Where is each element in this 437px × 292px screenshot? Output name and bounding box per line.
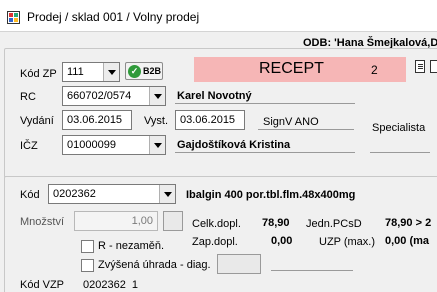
b2b-button[interactable]: ✓ B2B [125,62,163,80]
zvysena-uhrada-checkbox[interactable] [81,259,94,272]
diag-underline [271,270,353,271]
chevron-down-icon[interactable] [103,63,119,81]
diag-field[interactable] [217,254,261,274]
kod-vzp-value: 0202362 1 [83,279,139,291]
rc-value: 660702/0574 [67,90,132,102]
kod-zp-select[interactable]: 111 [62,62,120,82]
r-nezamen-checkbox[interactable] [81,240,94,253]
vydani-field[interactable]: 03.06.2015 [62,110,132,130]
kod-value: 0202362 [53,188,96,200]
uzp-label: UZP (max.) [319,236,376,248]
rc-label: RC [20,91,36,103]
recept-number: 2 [371,63,378,77]
zap-dopl-label: Zap.dopl. [192,236,238,248]
patient-name: Karel Novotný [177,90,252,102]
mnozstvi-field[interactable]: 1,00 [74,211,158,231]
uzp-value: 0,00 (ma [385,235,430,247]
chevron-down-icon[interactable] [149,87,165,105]
app-icon [7,11,20,24]
signv-label: SignV ANO [263,116,319,128]
vyst-label: Vyst. [144,115,169,127]
kod-zp-value: 111 [67,66,84,78]
mnozstvi-label: Množství [20,216,65,228]
celk-dopl-value: 78,90 [262,217,290,229]
document-icon[interactable] [415,60,425,73]
vyst-field[interactable]: 03.06.2015 [175,110,245,130]
specialista-underline [370,152,430,153]
kod-label: Kód [20,189,40,201]
chevron-down-icon[interactable] [149,136,165,154]
r-nezamen-label: R - nezaměň. [98,240,165,252]
zap-dopl-value: 0,00 [271,235,293,247]
recept-title: RECEPT [259,60,324,77]
unit-button[interactable] [163,211,183,231]
vydani-label: Vydání [20,115,54,127]
icz-value: 01000099 [67,139,116,151]
kod-zp-label: Kód ZP [20,68,57,80]
rc-select[interactable]: 660702/0574 [62,86,166,106]
b2b-label: B2B [143,66,162,76]
kod-select[interactable]: 0202362 [48,184,176,204]
celk-dopl-label: Celk.dopl. [192,218,241,230]
zvysena-uhrada-label: Zvýšená úhrada [98,259,177,271]
doctor-name-underline [175,152,355,153]
diag-label: - diag. [180,259,211,271]
jedn-pcsd-label: Jedn.PCsD [306,218,362,230]
window-title: Prodej / sklad 001 / Volny prodej [27,10,200,24]
product-name: Ibalgin 400 por.tbl.flm.48x400mg [186,189,356,201]
document-copy-icon[interactable] [430,60,437,73]
check-icon: ✓ [128,65,141,78]
icz-select[interactable]: 01000099 [62,135,166,155]
recept-banner: RECEPT 2 [194,57,406,82]
jedn-pcsd-value: 78,90 > 2 [385,217,432,229]
chevron-down-icon[interactable] [159,185,175,203]
icz-label: IČZ [20,140,38,152]
patient-name-underline [175,103,355,104]
kod-vzp-label: Kód VZP [20,279,65,291]
title-bar: Prodej / sklad 001 / Volny prodej [0,0,437,32]
specialista-label: Specialista [372,122,426,134]
signv-underline [258,129,354,130]
doctor-name: Gajdoštíková Kristina [177,139,291,151]
